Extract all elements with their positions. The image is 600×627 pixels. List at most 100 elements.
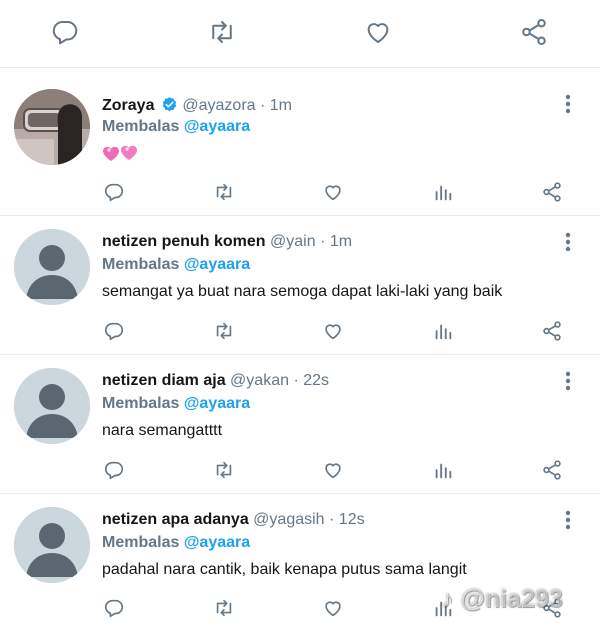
reply-button[interactable] bbox=[100, 317, 128, 345]
retweet-icon bbox=[216, 461, 232, 479]
replying-to: Membalas @ayaara bbox=[102, 534, 250, 552]
timestamp[interactable]: 1m bbox=[330, 233, 352, 250]
analytics-icon bbox=[435, 185, 452, 201]
avatar[interactable] bbox=[14, 507, 90, 583]
tiktok-logo-icon: ♪ bbox=[441, 585, 454, 613]
separator-dot: · bbox=[329, 511, 335, 528]
like-button[interactable] bbox=[360, 14, 396, 50]
retweet-icon bbox=[216, 322, 232, 340]
tweet-text: nara semangatttt bbox=[102, 422, 223, 439]
replying-to-link[interactable]: @ayaara bbox=[184, 118, 250, 135]
tweet-reply[interactable]: Zoraya @ayazora · 1m Membalas @ayaara bbox=[0, 69, 600, 216]
default-avatar-icon bbox=[14, 229, 90, 305]
more-options-button[interactable] bbox=[558, 509, 578, 531]
reply-button[interactable] bbox=[100, 594, 128, 622]
like-icon bbox=[325, 601, 341, 617]
like-icon bbox=[325, 463, 341, 479]
display-name[interactable]: netizen apa adanya bbox=[102, 511, 249, 528]
reply-icon bbox=[52, 21, 78, 45]
default-avatar-icon bbox=[14, 507, 90, 583]
reply-icon bbox=[104, 183, 124, 202]
reply-icon bbox=[104, 461, 124, 480]
username[interactable]: @yagasih bbox=[253, 511, 324, 528]
analytics-button[interactable] bbox=[429, 178, 457, 206]
analytics-icon bbox=[435, 324, 452, 340]
username[interactable]: @ayazora bbox=[182, 97, 255, 114]
share-button[interactable] bbox=[538, 178, 566, 206]
more-vertical-icon bbox=[565, 510, 571, 530]
tweet-text: semangat ya buat nara semoga dapat laki-… bbox=[102, 283, 503, 300]
more-vertical-icon bbox=[565, 94, 571, 114]
more-options-button[interactable] bbox=[558, 93, 578, 115]
timestamp[interactable]: 1m bbox=[270, 97, 292, 114]
tweet-reply[interactable]: netizen penuh komen @yain · 1m Membalas … bbox=[0, 216, 600, 355]
more-vertical-icon bbox=[565, 371, 571, 391]
reply-button[interactable] bbox=[100, 178, 128, 206]
replying-to-label: Membalas bbox=[102, 395, 180, 412]
retweet-button[interactable] bbox=[204, 14, 240, 50]
retweet-icon bbox=[212, 21, 232, 43]
share-icon bbox=[522, 19, 546, 45]
replying-to-link[interactable]: @ayaara bbox=[184, 534, 250, 551]
replying-to-label: Membalas bbox=[102, 256, 180, 273]
timestamp[interactable]: 12s bbox=[339, 511, 365, 528]
like-icon bbox=[325, 185, 341, 201]
retweet-button[interactable] bbox=[210, 456, 238, 484]
share-button[interactable] bbox=[516, 14, 552, 50]
share-button[interactable] bbox=[538, 456, 566, 484]
reply-button[interactable] bbox=[100, 456, 128, 484]
username[interactable]: @yakan bbox=[230, 372, 289, 389]
tweet-header: netizen apa adanya @yagasih · 12s bbox=[102, 511, 365, 529]
username[interactable]: @yain bbox=[270, 233, 316, 250]
tweet-text: padahal nara cantik, baik kenapa putus s… bbox=[102, 561, 467, 578]
replying-to-link[interactable]: @ayaara bbox=[184, 395, 250, 412]
reply-button[interactable] bbox=[47, 14, 83, 50]
replying-to: Membalas @ayaara bbox=[102, 256, 250, 274]
main-tweet-action-bar bbox=[0, 0, 600, 68]
like-button[interactable] bbox=[319, 594, 347, 622]
avatar[interactable] bbox=[14, 229, 90, 305]
like-button[interactable] bbox=[319, 317, 347, 345]
display-name[interactable]: netizen diam aja bbox=[102, 372, 226, 389]
share-button[interactable] bbox=[538, 317, 566, 345]
retweet-button[interactable] bbox=[210, 317, 238, 345]
retweet-button[interactable] bbox=[210, 594, 238, 622]
reply-icon bbox=[104, 599, 124, 618]
watermark: ♪ @nia293 bbox=[441, 585, 563, 614]
more-options-button[interactable] bbox=[558, 231, 578, 253]
verified-badge-icon bbox=[162, 97, 177, 112]
timestamp[interactable]: 22s bbox=[303, 372, 329, 389]
analytics-button[interactable] bbox=[429, 456, 457, 484]
share-icon bbox=[543, 460, 561, 480]
retweet-button[interactable] bbox=[210, 178, 238, 206]
avatar[interactable] bbox=[14, 89, 90, 165]
separator-dot: · bbox=[260, 97, 266, 114]
replying-to: Membalas @ayaara bbox=[102, 118, 250, 136]
replying-to-link[interactable]: @ayaara bbox=[184, 256, 250, 273]
display-name[interactable]: Zoraya bbox=[102, 97, 154, 114]
like-button[interactable] bbox=[319, 178, 347, 206]
watermark-text: @nia293 bbox=[460, 585, 563, 613]
share-icon bbox=[543, 321, 561, 341]
analytics-button[interactable] bbox=[429, 317, 457, 345]
tweet-header: netizen diam aja @yakan · 22s bbox=[102, 372, 329, 390]
replying-to-label: Membalas bbox=[102, 534, 180, 551]
separator-dot: · bbox=[320, 233, 326, 250]
separator-dot: · bbox=[293, 372, 299, 389]
avatar[interactable] bbox=[14, 368, 90, 444]
tweet-reply[interactable]: netizen diam aja @yakan · 22s Membalas @… bbox=[0, 355, 600, 494]
like-button[interactable] bbox=[319, 456, 347, 484]
reply-icon bbox=[104, 322, 124, 341]
retweet-icon bbox=[216, 599, 232, 617]
retweet-icon bbox=[216, 183, 232, 201]
tweet-header: netizen penuh komen @yain · 1m bbox=[102, 233, 352, 251]
more-vertical-icon bbox=[565, 232, 571, 252]
like-icon bbox=[367, 23, 389, 43]
replying-to-label: Membalas bbox=[102, 118, 180, 135]
analytics-icon bbox=[435, 463, 452, 479]
more-options-button[interactable] bbox=[558, 370, 578, 392]
display-name[interactable]: netizen penuh komen bbox=[102, 233, 266, 250]
two-hearts-emoji bbox=[102, 143, 142, 168]
like-icon bbox=[325, 324, 341, 340]
share-icon bbox=[543, 182, 561, 202]
